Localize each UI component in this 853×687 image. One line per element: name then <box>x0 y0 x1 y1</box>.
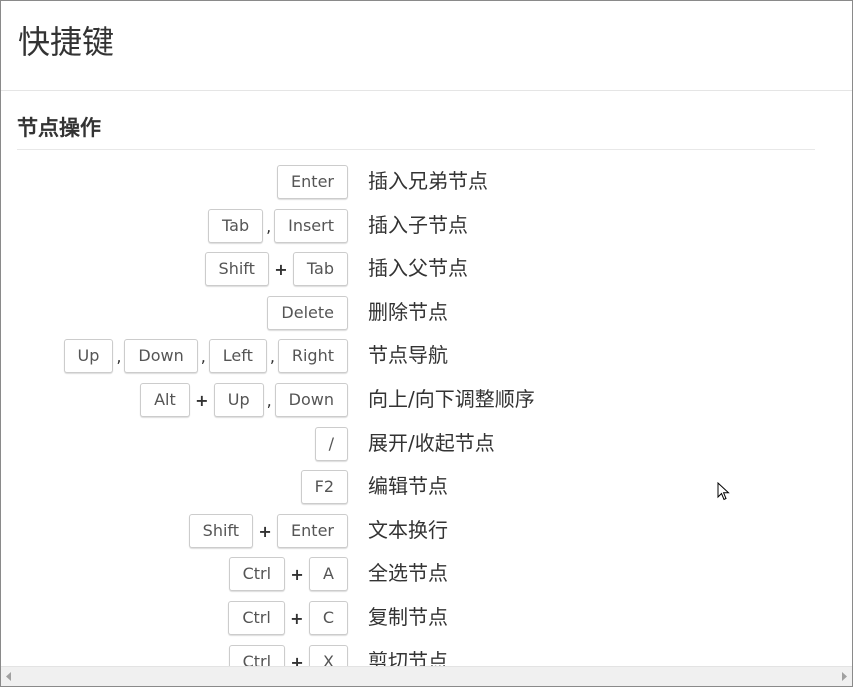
plus-separator: + <box>195 390 209 410</box>
key-cap: A <box>309 557 348 591</box>
arrow-left-icon[interactable] <box>4 671 14 682</box>
shortcut-description: 删除节点 <box>368 300 448 324</box>
shortcut-row: Delete 删除节点 <box>1 290 852 334</box>
key-cap: Ctrl <box>228 601 285 635</box>
section-title: 节点操作 <box>17 116 101 140</box>
shortcut-description: 节点导航 <box>368 343 448 367</box>
comma-separator: , <box>116 346 122 366</box>
shortcut-row: Ctrl + A 全选节点 <box>1 551 852 595</box>
shortcut-row: Shift + Tab 插入父节点 <box>1 246 852 290</box>
key-cap: Ctrl <box>228 557 286 591</box>
key-combination: Delete <box>267 296 348 330</box>
key-cap: C <box>308 601 348 635</box>
comma-separator: , <box>200 346 206 366</box>
key-combination: / <box>314 427 348 461</box>
key-cap: Delete <box>267 296 348 330</box>
key-cap: Up <box>213 383 264 417</box>
key-combination: F2 <box>300 470 348 504</box>
dialog-header: 快捷键 <box>1 1 852 91</box>
shortcut-row: Alt + Up, Down 向上/向下调整顺序 <box>1 377 852 421</box>
mouse-pointer-icon <box>717 482 730 501</box>
key-combination: Tab, Insert <box>208 209 348 243</box>
shortcut-description: 插入兄弟节点 <box>368 169 488 193</box>
shortcut-description: 展开/收起节点 <box>368 431 495 455</box>
key-cap: Enter <box>277 514 348 548</box>
key-cap: Up <box>63 339 114 373</box>
key-cap: Left <box>208 339 267 373</box>
shortcut-row: Shift + Enter 文本换行 <box>1 508 852 552</box>
key-combination: Enter <box>277 165 348 199</box>
key-cap: Enter <box>277 165 348 199</box>
key-cap: Down <box>274 383 348 417</box>
shortcut-row: Up, Down, Left, Right 节点导航 <box>1 333 852 377</box>
comma-separator: , <box>266 216 272 236</box>
key-cap: / <box>314 427 348 461</box>
shortcuts-window: 快捷键 节点操作 Enter 插入兄弟节点 Tab, Insert 插入子节点 Shift… <box>0 0 853 687</box>
comma-separator: , <box>269 346 275 366</box>
shortcut-description: 全选节点 <box>368 561 448 585</box>
key-cap: F2 <box>300 470 348 504</box>
key-cap: Alt <box>140 383 190 417</box>
page-title: 快捷键 <box>18 23 115 61</box>
plus-separator: + <box>258 521 272 541</box>
key-cap: Tab <box>208 209 264 243</box>
shortcut-description: 文本换行 <box>368 518 448 542</box>
key-combination: Alt + Up, Down <box>140 383 348 417</box>
comma-separator: , <box>266 390 272 410</box>
key-combination: Ctrl + C <box>228 601 348 635</box>
plus-separator: + <box>274 259 288 279</box>
plus-separator: + <box>290 564 304 584</box>
key-combination: Shift + Tab <box>204 252 348 286</box>
key-cap: Insert <box>274 209 348 243</box>
key-cap: Shift <box>188 514 254 548</box>
shortcut-row: Enter 插入兄弟节点 <box>1 159 852 203</box>
shortcut-row: Tab, Insert 插入子节点 <box>1 203 852 247</box>
shortcut-row: Ctrl + C 复制节点 <box>1 595 852 639</box>
key-cap: Down <box>124 339 198 373</box>
section-divider <box>17 149 815 150</box>
shortcut-description: 复制节点 <box>368 605 448 629</box>
horizontal-scrollbar[interactable] <box>1 666 852 686</box>
shortcut-description: 编辑节点 <box>368 474 448 498</box>
key-cap: Right <box>277 339 348 373</box>
key-cap: Shift <box>204 252 269 286</box>
shortcut-description: 向上/向下调整顺序 <box>368 387 535 411</box>
plus-separator: + <box>290 608 304 628</box>
shortcut-row: / 展开/收起节点 <box>1 421 852 465</box>
shortcut-description: 插入子节点 <box>368 213 468 237</box>
arrow-right-icon[interactable] <box>839 671 849 682</box>
key-combination: Ctrl + A <box>228 557 348 591</box>
key-cap: Tab <box>292 252 348 286</box>
key-combination: Up, Down, Left, Right <box>63 339 348 373</box>
key-combination: Shift + Enter <box>188 514 348 548</box>
shortcut-description: 插入父节点 <box>368 256 468 280</box>
